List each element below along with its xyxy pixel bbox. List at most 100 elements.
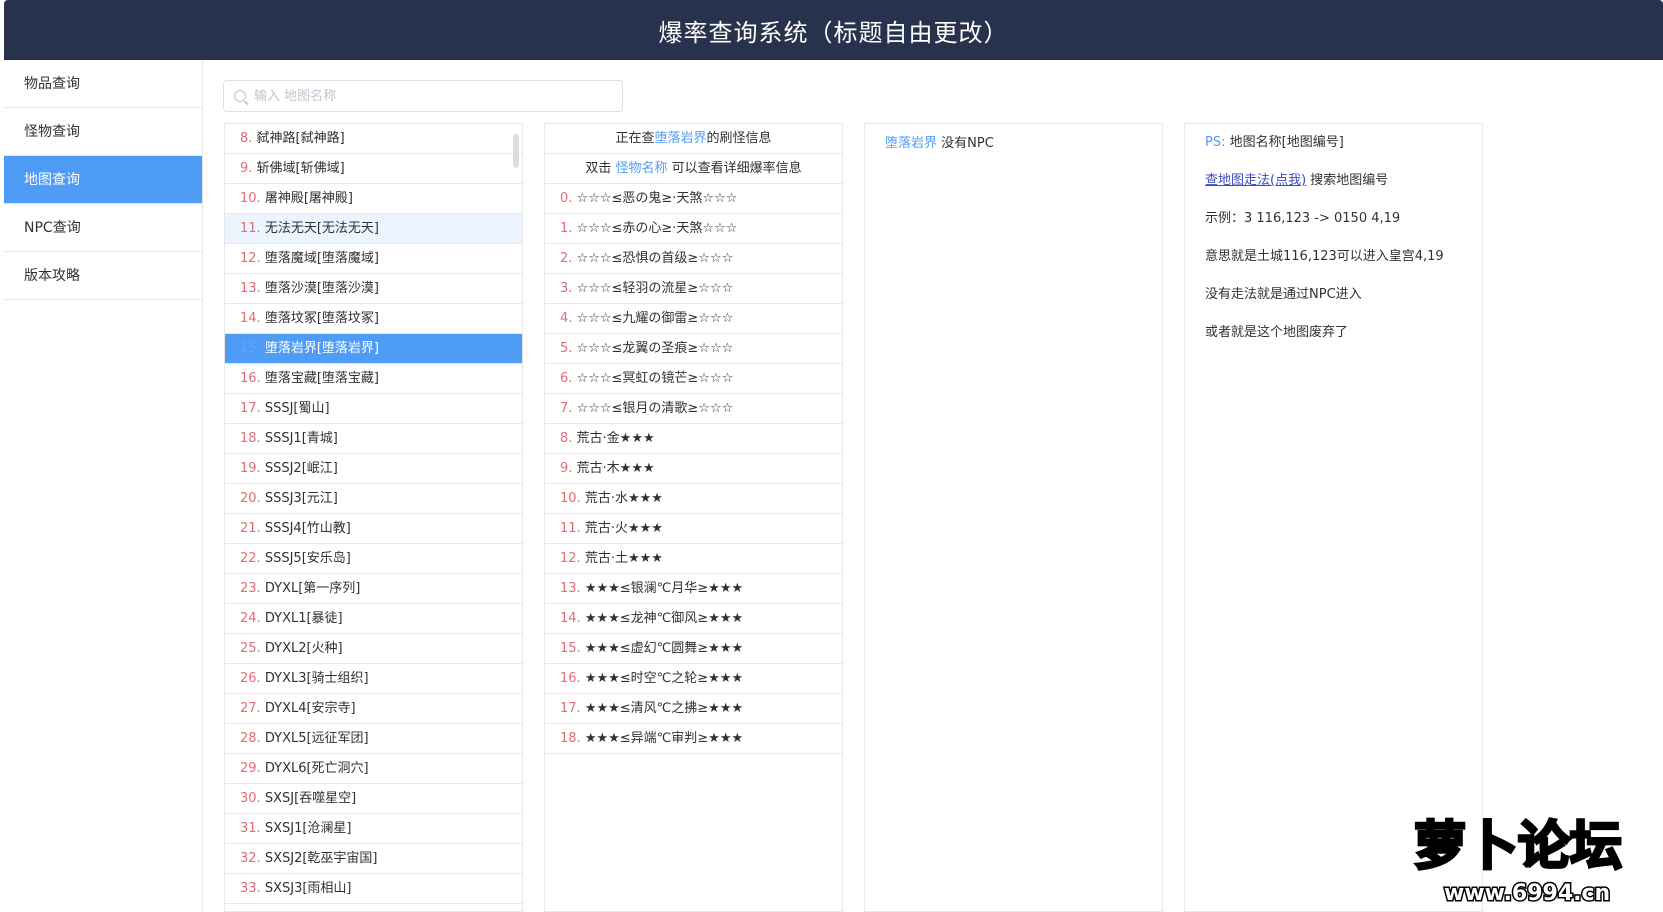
- info-example: 示例：3 116,123 -> 0150 4,19: [1205, 211, 1401, 226]
- monster-item-name: ★★★≤银澜℃月华≥★★★: [584, 581, 744, 596]
- monster-list-item[interactable]: 15. ★★★≤虚幻℃圆舞≥★★★: [545, 634, 842, 664]
- search-icon: [234, 90, 246, 102]
- map-list-item[interactable]: 16. 堕落宝藏[堕落宝藏]: [225, 364, 522, 394]
- monster-item-number: 1.: [560, 221, 573, 236]
- map-list-item[interactable]: 27. DYXL4[安宗寺]: [225, 694, 522, 724]
- page-title: 爆率查询系统（标题自由更改）: [658, 18, 1009, 47]
- monster-list-item[interactable]: 14. ★★★≤龙神℃御风≥★★★: [545, 604, 842, 634]
- search-box[interactable]: [223, 80, 623, 112]
- monster-item-name: 荒古·木★★★: [576, 461, 655, 476]
- monster-list-item[interactable]: 17. ★★★≤清风℃之拂≥★★★: [545, 694, 842, 724]
- app-window: 爆率查询系统（标题自由更改） 物品查询 怪物查询 地图查询 NPC查询 版本攻略…: [0, 0, 1663, 912]
- monster-list-item[interactable]: 1. ☆☆☆≤赤の心≥·天煞☆☆☆: [545, 214, 842, 244]
- monster-list-item[interactable]: 18. ★★★≤异端℃审判≥★★★: [545, 724, 842, 754]
- map-list-item[interactable]: 19. SSSJ2[岷江]: [225, 454, 522, 484]
- monster-list-item[interactable]: 4. ☆☆☆≤九耀の御雷≥☆☆☆: [545, 304, 842, 334]
- map-item-number: 22.: [240, 551, 261, 566]
- info-no-route: 没有走法就是通过NPC进入: [1205, 287, 1362, 302]
- monster-item-number: 11.: [560, 521, 581, 536]
- monster-list-item[interactable]: 5. ☆☆☆≤龙翼の圣痕≥☆☆☆: [545, 334, 842, 364]
- monster-list-item[interactable]: 3. ☆☆☆≤轻羽の流星≥☆☆☆: [545, 274, 842, 304]
- map-list-item[interactable]: 14. 堕落坟冢[堕落坟冢]: [225, 304, 522, 334]
- map-item-number: 15.: [240, 341, 261, 356]
- map-list-item[interactable]: 15. 堕落岩界[堕落岩界]: [225, 334, 522, 364]
- monster-list-item[interactable]: 13. ★★★≤银澜℃月华≥★★★: [545, 574, 842, 604]
- monster-list-item[interactable]: 6. ☆☆☆≤冥虹の镜芒≥☆☆☆: [545, 364, 842, 394]
- monster-item-name: 荒古·水★★★: [584, 491, 663, 506]
- map-item-number: 24.: [240, 611, 261, 626]
- map-list-item[interactable]: 10. 屠神殿[屠神殿]: [225, 184, 522, 214]
- map-list-item[interactable]: 8. 弑神路[弑神路]: [225, 124, 522, 154]
- map-item-number: 11.: [240, 221, 261, 236]
- monster-item-number: 17.: [560, 701, 581, 716]
- map-item-number: 12.: [240, 251, 261, 266]
- scrollbar-thumb[interactable]: [513, 134, 519, 168]
- info-panel: PS: 地图名称[地图编号] 查地图走法(点我) 搜索地图编号 示例：3 116…: [1184, 123, 1483, 912]
- monster-list-item[interactable]: 16. ★★★≤时空℃之轮≥★★★: [545, 664, 842, 694]
- map-list-item[interactable]: 24. DYXL1[暴徒]: [225, 604, 522, 634]
- map-list-item[interactable]: 30. SXSJ[吞噬星空]: [225, 784, 522, 814]
- map-list-item[interactable]: 32. SXSJ2[乾巫宇宙国]: [225, 844, 522, 874]
- sidebar-item-monster-query[interactable]: 怪物查询: [4, 108, 202, 156]
- header-bar: 爆率查询系统（标题自由更改）: [4, 0, 1663, 60]
- hint-suffix: 可以查看详细爆率信息: [667, 161, 802, 176]
- map-item-name: SSSJ4[竹山教]: [264, 521, 351, 536]
- sidebar-item-version-guide[interactable]: 版本攻略: [4, 252, 202, 300]
- map-list-item[interactable]: 33. SXSJ3[雨相山]: [225, 874, 522, 904]
- monster-list-item[interactable]: 8. 荒古·金★★★: [545, 424, 842, 454]
- map-item-name: SSSJ5[安乐岛]: [264, 551, 351, 566]
- monster-list-item[interactable]: 0. ☆☆☆≤恶の鬼≥·天煞☆☆☆: [545, 184, 842, 214]
- monster-item-number: 13.: [560, 581, 581, 596]
- map-list-item[interactable]: 26. DYXL3[骑士组织]: [225, 664, 522, 694]
- map-list-item[interactable]: 21. SSSJ4[竹山教]: [225, 514, 522, 544]
- map-route-link[interactable]: 查地图走法(点我): [1205, 173, 1306, 188]
- watermark-url: www.6994.cn: [1444, 881, 1610, 906]
- map-item-name: DYXL4[安宗寺]: [264, 701, 356, 716]
- sidebar-item-map-query[interactable]: 地图查询: [4, 156, 202, 204]
- monster-list-item[interactable]: 11. 荒古·火★★★: [545, 514, 842, 544]
- map-list-item[interactable]: 31. SXSJ1[沧澜星]: [225, 814, 522, 844]
- map-list-item[interactable]: 9. 斩佛域[斩佛域]: [225, 154, 522, 184]
- map-list-item[interactable]: 28. DYXL5[远征军团]: [225, 724, 522, 754]
- map-list-item[interactable]: 25. DYXL2[火种]: [225, 634, 522, 664]
- map-list-item[interactable]: 22. SSSJ5[安乐岛]: [225, 544, 522, 574]
- map-list-item[interactable]: 11. 无法无天[无法无天]: [225, 214, 522, 244]
- monster-item-number: 18.: [560, 731, 581, 746]
- header-prefix: 正在查: [615, 131, 655, 146]
- hint-monster-name: 怪物名称: [615, 161, 668, 176]
- monster-list-item[interactable]: 9. 荒古·木★★★: [545, 454, 842, 484]
- map-list-item[interactable]: 20. SSSJ3[元江]: [225, 484, 522, 514]
- monster-list-item[interactable]: 7. ☆☆☆≤银月の清歌≥☆☆☆: [545, 394, 842, 424]
- monster-list-item[interactable]: 2. ☆☆☆≤恐惧の首级≥☆☆☆: [545, 244, 842, 274]
- npc-map-name[interactable]: 堕落岩界: [885, 136, 937, 151]
- sidebar-item-item-query[interactable]: 物品查询: [4, 60, 202, 108]
- map-item-number: 21.: [240, 521, 261, 536]
- map-item-number: 17.: [240, 401, 261, 416]
- map-list-item[interactable]: 29. DYXL6[死亡洞穴]: [225, 754, 522, 784]
- monster-item-name: ★★★≤龙神℃御风≥★★★: [584, 611, 744, 626]
- monster-panel-hint: 双击 怪物名称 可以查看详细爆率信息: [545, 154, 842, 184]
- map-item-name: 屠神殿[屠神殿]: [264, 191, 353, 206]
- monster-item-name: ★★★≤清风℃之拂≥★★★: [584, 701, 744, 716]
- monster-item-name: ☆☆☆≤赤の心≥·天煞☆☆☆: [576, 221, 738, 236]
- forum-watermark-logo: 萝卜论坛 www.6994.cn: [1413, 816, 1624, 907]
- monster-item-number: 9.: [560, 461, 573, 476]
- monster-item-number: 6.: [560, 371, 573, 386]
- map-item-name: 堕落魔域[堕落魔域]: [264, 251, 379, 266]
- monster-list-item[interactable]: 10. 荒古·水★★★: [545, 484, 842, 514]
- map-list-item[interactable]: 18. SSSJ1[青城]: [225, 424, 522, 454]
- search-input[interactable]: [254, 88, 594, 104]
- sidebar-item-npc-query[interactable]: NPC查询: [4, 204, 202, 252]
- monster-item-number: 12.: [560, 551, 581, 566]
- monster-item-number: 10.: [560, 491, 581, 506]
- map-item-name: DYXL2[火种]: [264, 641, 343, 656]
- map-list-item[interactable]: 13. 堕落沙漠[堕落沙漠]: [225, 274, 522, 304]
- monster-list-item[interactable]: 12. 荒古·土★★★: [545, 544, 842, 574]
- map-item-number: 30.: [240, 791, 261, 806]
- monster-item-number: 4.: [560, 311, 573, 326]
- map-list-item[interactable]: 23. DYXL[第一序列]: [225, 574, 522, 604]
- map-item-name: 弑神路[弑神路]: [256, 131, 345, 146]
- map-list-item[interactable]: 17. SSSJ[蜀山]: [225, 394, 522, 424]
- map-list-item[interactable]: 12. 堕落魔域[堕落魔域]: [225, 244, 522, 274]
- map-item-name: 堕落岩界[堕落岩界]: [264, 341, 379, 356]
